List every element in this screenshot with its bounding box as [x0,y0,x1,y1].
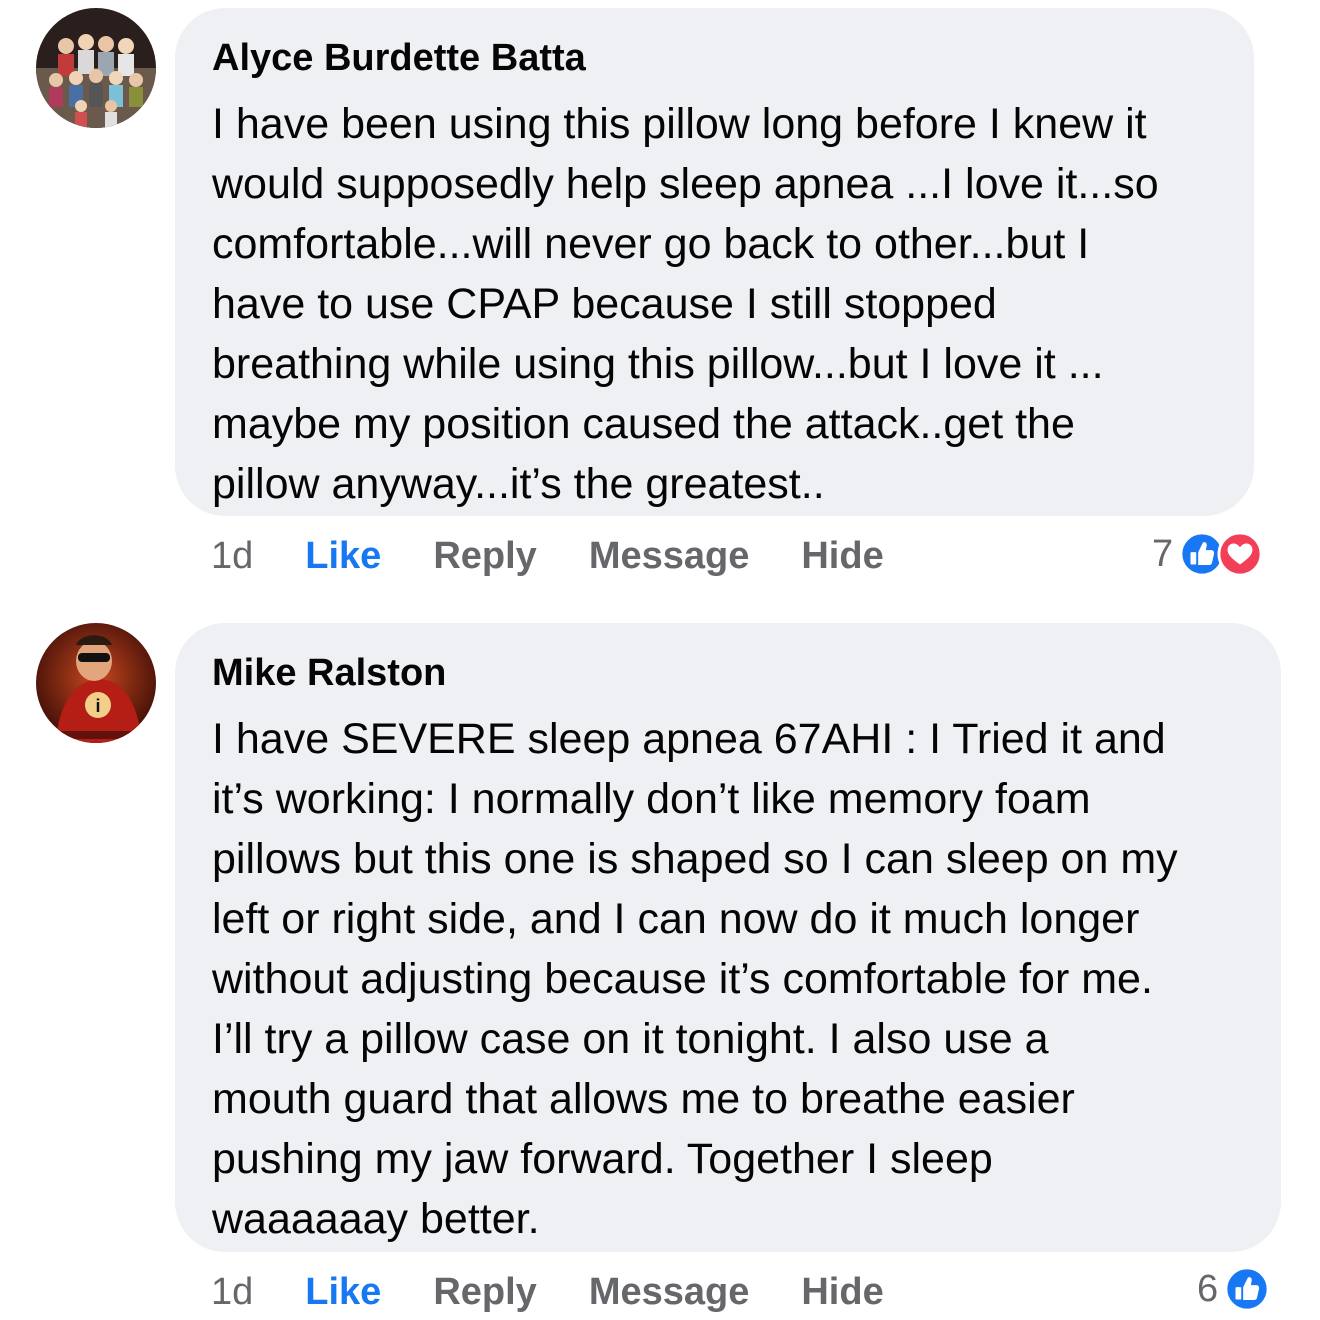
love-icon [1217,531,1263,577]
comment-bubble: Mike Ralston I have SEVERE sleep apnea 6… [175,623,1281,1252]
avatar[interactable]: i [36,623,156,743]
comment-timestamp[interactable]: 1d [211,535,253,578]
svg-text:i: i [95,696,100,716]
reaction-summary[interactable]: 7 [1152,529,1263,579]
message-button[interactable]: Message [589,535,750,578]
message-button[interactable]: Message [589,1271,750,1314]
comment-actions: 1d Like Reply Message Hide [211,531,936,581]
avatar[interactable] [36,8,156,128]
hide-button[interactable]: Hide [801,1271,883,1314]
incredibles-avatar: i [36,623,156,743]
reaction-count: 6 [1197,1267,1219,1310]
group-photo-avatar [36,8,156,128]
reaction-count: 7 [1152,532,1174,575]
comment-bubble: Alyce Burdette Batta I have been using t… [175,8,1254,516]
comment-author[interactable]: Alyce Burdette Batta [212,36,1218,80]
comment-author[interactable]: Mike Ralston [212,651,1245,695]
hide-button[interactable]: Hide [801,535,883,578]
comment-text: I have SEVERE sleep apnea 67AHI : I Trie… [212,715,1178,1243]
like-button[interactable]: Like [305,535,381,578]
like-button[interactable]: Like [305,1271,381,1314]
reaction-summary[interactable]: 6 [1197,1264,1270,1314]
reply-button[interactable]: Reply [433,1271,536,1314]
comment-timestamp[interactable]: 1d [211,1271,253,1314]
comment-actions: 1d Like Reply Message Hide [211,1267,936,1317]
reply-button[interactable]: Reply [433,535,536,578]
like-icon [1224,1266,1270,1312]
comment-text: I have been using this pillow long befor… [212,100,1159,508]
